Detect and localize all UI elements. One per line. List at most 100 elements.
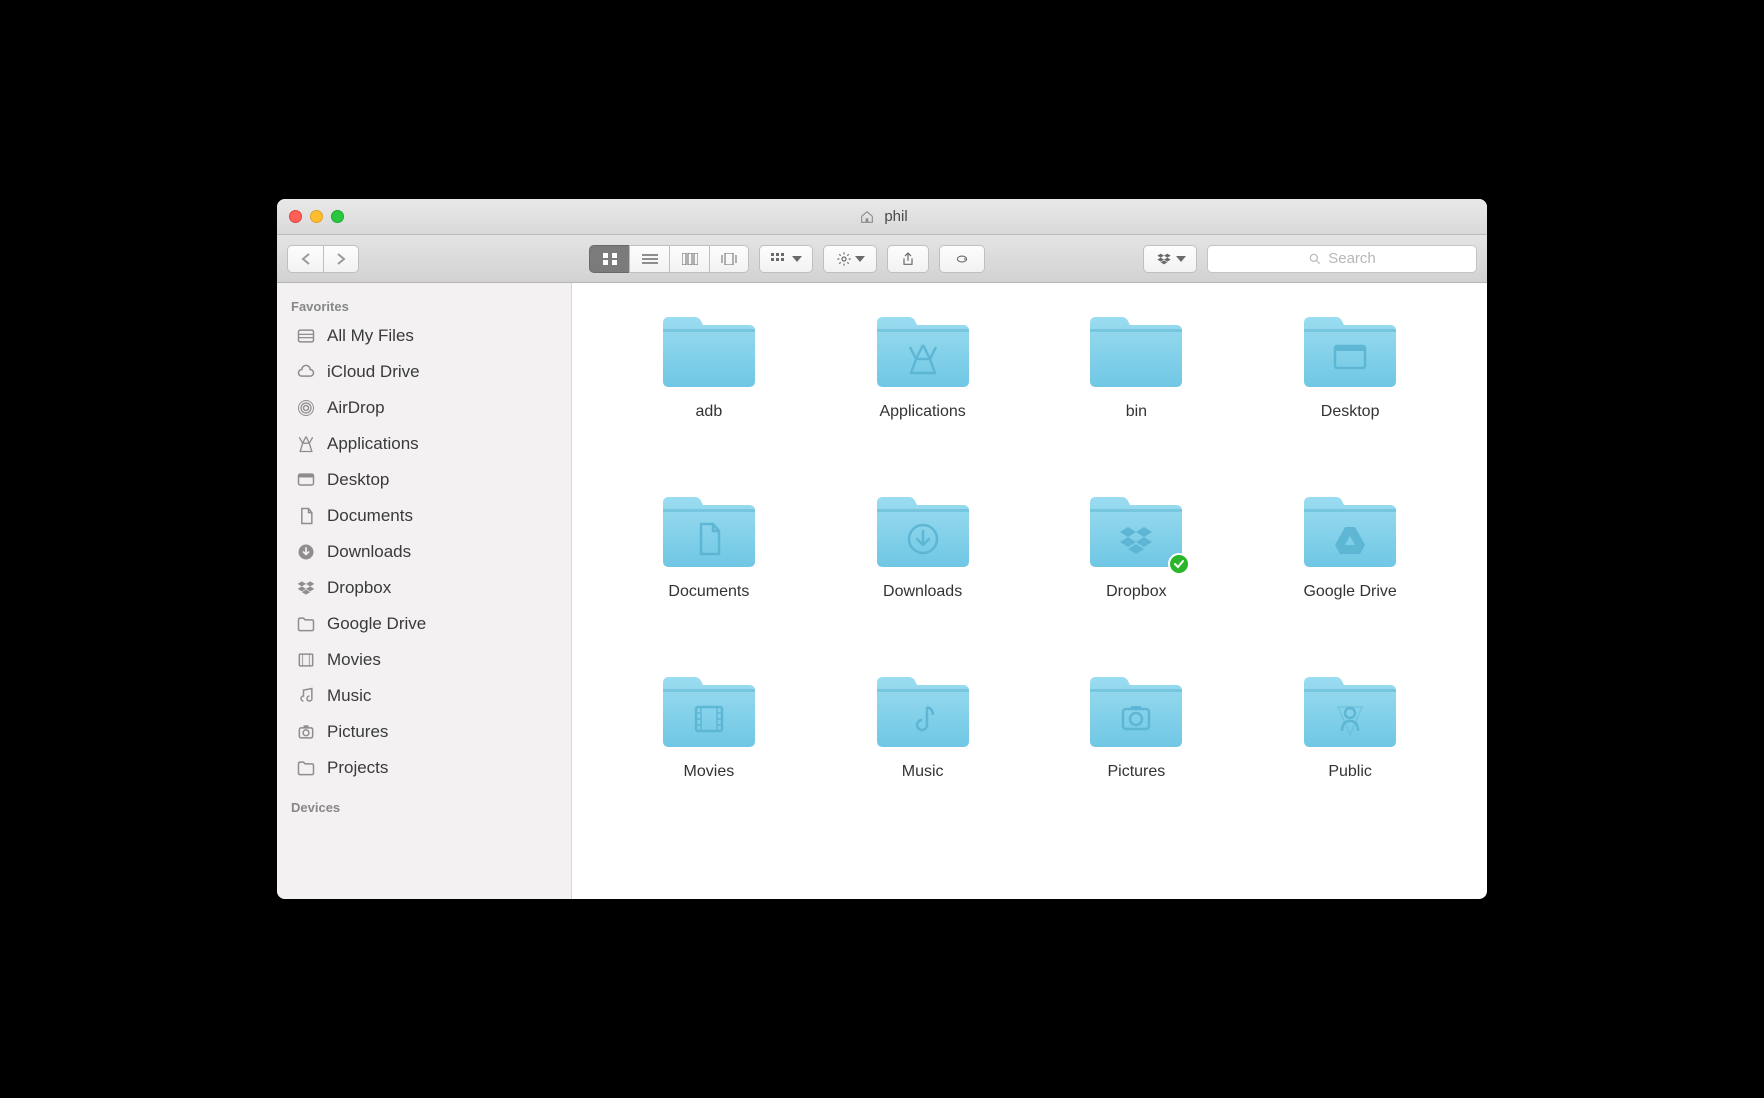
folder-icon [1086,669,1186,753]
folder-google-drive[interactable]: Google Drive [1243,483,1457,663]
sidebar-item-pictures[interactable]: Pictures [277,714,571,750]
folder-dropbox[interactable]: Dropbox [1030,483,1244,663]
sidebar-item-projects[interactable]: Projects [277,750,571,786]
forward-button[interactable] [323,245,359,273]
folder-icon [873,669,973,753]
folder-icon [1300,309,1400,393]
downloads-icon [295,541,317,563]
action-button[interactable] [823,245,877,273]
window-title-text: phil [884,208,907,225]
nav-buttons [287,245,359,273]
share-button[interactable] [887,245,929,273]
sidebar-item-all-my-files[interactable]: All My Files [277,318,571,354]
folder-label: Applications [879,403,965,421]
column-view-button[interactable] [669,245,709,273]
folder-icon [1086,489,1186,573]
minimize-button[interactable] [310,210,323,223]
folder-label: Movies [684,763,735,781]
movies-icon [295,649,317,671]
folder-icon [295,757,317,779]
back-button[interactable] [287,245,323,273]
folder-downloads[interactable]: Downloads [816,483,1030,663]
folder-label: Music [902,763,944,781]
sidebar-item-label: All My Files [327,326,414,346]
folder-label: Google Drive [1303,583,1396,601]
sidebar-item-label: Projects [327,758,388,778]
folder-documents[interactable]: Documents [602,483,816,663]
folder-icon [1086,309,1186,393]
sidebar-favorites-header: Favorites [277,293,571,318]
arrange-button[interactable] [759,245,813,273]
airdrop-icon [295,397,317,419]
sidebar-item-downloads[interactable]: Downloads [277,534,571,570]
sync-badge-icon [1168,553,1190,575]
folder-icon [1300,489,1400,573]
desktop-icon [295,469,317,491]
folder-label: Public [1328,763,1372,781]
sidebar-item-dropbox[interactable]: Dropbox [277,570,571,606]
search-placeholder: Search [1328,250,1376,267]
sidebar-item-label: Downloads [327,542,411,562]
folder-label: Documents [668,583,749,601]
folder-movies[interactable]: Movies [602,663,816,843]
sidebar-item-label: iCloud Drive [327,362,420,382]
list-view-button[interactable] [629,245,669,273]
titlebar: phil [277,199,1487,235]
folder-desktop[interactable]: Desktop [1243,303,1457,483]
coverflow-view-button[interactable] [709,245,749,273]
folder-applications[interactable]: Applications [816,303,1030,483]
sidebar-item-music[interactable]: Music [277,678,571,714]
sidebar-item-label: Music [327,686,371,706]
content-area: adb Applications bin Desktop Documents Downlo… [572,283,1487,899]
dropbox-toolbar-button[interactable] [1143,245,1197,273]
icon-view-button[interactable] [589,245,629,273]
folder-label: Pictures [1107,763,1165,781]
folder-adb[interactable]: adb [602,303,816,483]
applications-icon [295,433,317,455]
window-controls [289,210,344,223]
search-icon [1308,252,1322,266]
folder-icon [295,613,317,635]
sidebar-item-desktop[interactable]: Desktop [277,462,571,498]
music-icon [295,685,317,707]
folder-public[interactable]: Public [1243,663,1457,843]
folder-icon [659,489,759,573]
documents-icon [295,505,317,527]
sidebar-item-label: Dropbox [327,578,391,598]
sidebar-item-label: AirDrop [327,398,385,418]
search-input[interactable]: Search [1207,245,1477,273]
dropbox-icon [295,577,317,599]
folder-pictures[interactable]: Pictures [1030,663,1244,843]
sidebar-item-label: Documents [327,506,413,526]
tags-button[interactable] [939,245,985,273]
sidebar-item-label: Applications [327,434,419,454]
folder-label: adb [696,403,723,421]
folder-bin[interactable]: bin [1030,303,1244,483]
sidebar: Favorites All My Files iCloud Drive AirDro… [277,283,572,899]
fullscreen-button[interactable] [331,210,344,223]
folder-label: Desktop [1321,403,1380,421]
window-title: phil [277,206,1487,228]
sidebar-item-icloud-drive[interactable]: iCloud Drive [277,354,571,390]
sidebar-item-documents[interactable]: Documents [277,498,571,534]
folder-icon [873,489,973,573]
sidebar-item-google-drive[interactable]: Google Drive [277,606,571,642]
folder-music[interactable]: Music [816,663,1030,843]
close-button[interactable] [289,210,302,223]
toolbar: Search [277,235,1487,283]
folder-label: Dropbox [1106,583,1166,601]
view-mode-buttons [589,245,749,273]
sidebar-item-label: Desktop [327,470,389,490]
sidebar-item-applications[interactable]: Applications [277,426,571,462]
folder-icon [659,669,759,753]
sidebar-item-airdrop[interactable]: AirDrop [277,390,571,426]
sidebar-item-label: Pictures [327,722,388,742]
folder-label: Downloads [883,583,962,601]
icloud-icon [295,361,317,383]
pictures-icon [295,721,317,743]
folder-label: bin [1126,403,1147,421]
sidebar-item-movies[interactable]: Movies [277,642,571,678]
folder-icon [873,309,973,393]
sidebar-item-label: Movies [327,650,381,670]
sidebar-item-label: Google Drive [327,614,426,634]
